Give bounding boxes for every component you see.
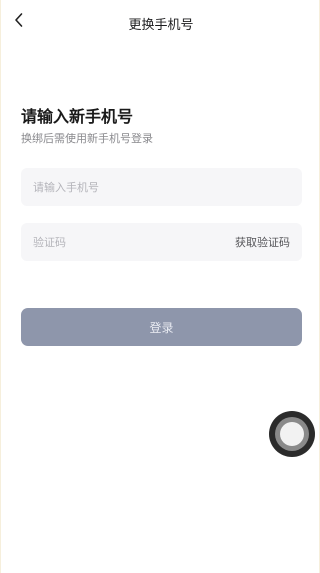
page-title: 更换手机号 — [128, 18, 194, 33]
phone-field-container — [21, 168, 302, 206]
login-button[interactable]: 登录 — [21, 308, 302, 346]
phone-input[interactable] — [33, 180, 290, 194]
assistive-touch-core — [280, 422, 304, 446]
assistive-touch-ring — [275, 417, 309, 451]
assistive-touch-icon[interactable] — [269, 411, 315, 457]
form-heading: 请输入新手机号 — [21, 107, 134, 126]
change-phone-screen: 更换手机号 请输入新手机号 换绑后需使用新手机号登录 获取验证码 登录 — [0, 0, 320, 573]
form-subheading: 换绑后需使用新手机号登录 — [21, 132, 153, 145]
verification-code-input[interactable] — [33, 235, 235, 249]
get-code-button[interactable]: 获取验证码 — [235, 234, 290, 250]
code-field-container: 获取验证码 — [21, 223, 302, 261]
navigation-bar: 更换手机号 — [1, 0, 320, 46]
